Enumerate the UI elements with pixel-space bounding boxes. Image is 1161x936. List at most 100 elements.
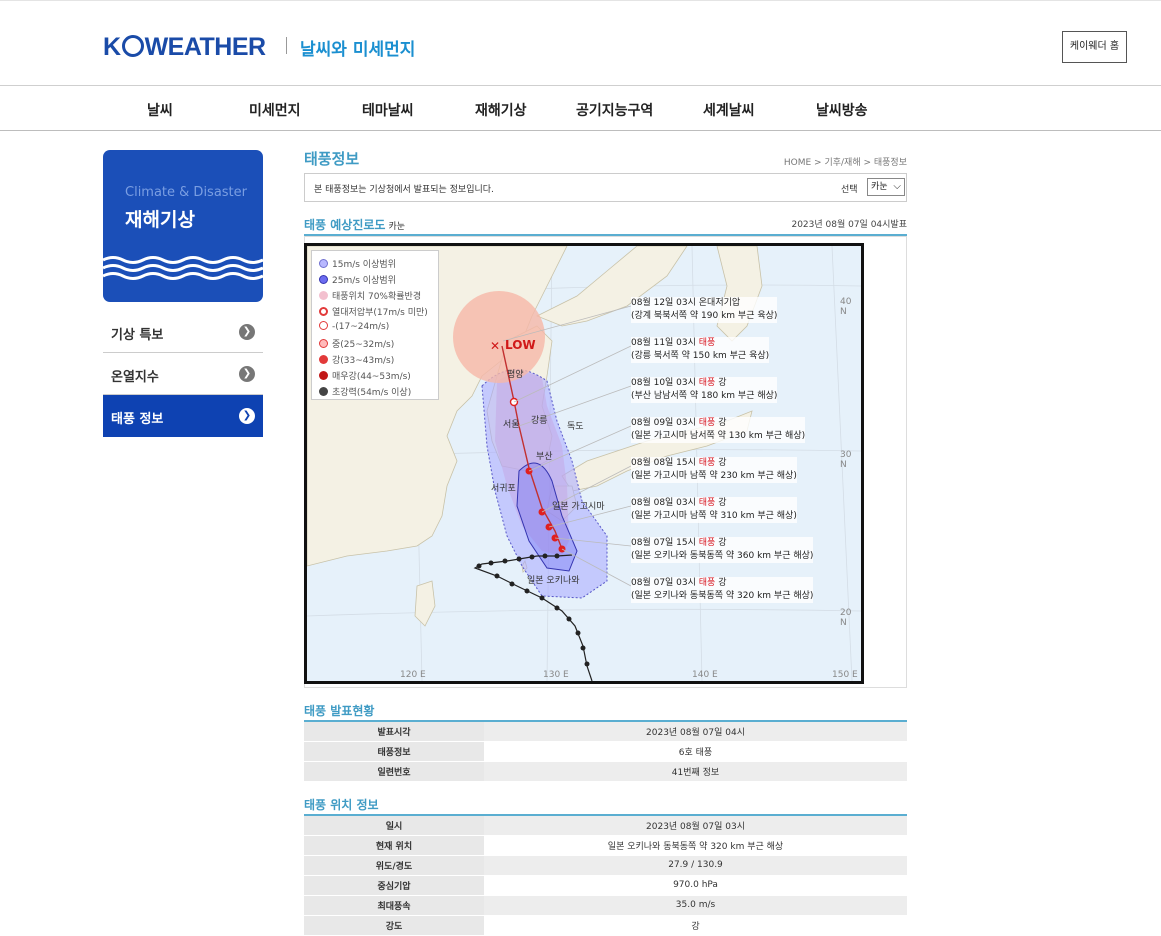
lat-label: 30 N xyxy=(840,450,852,470)
legend-label: 열대저압부(17m/s 미만) xyxy=(332,308,428,318)
table-row: 위도/경도 27.9 / 130.9 xyxy=(304,855,907,876)
table-key: 일련번호 xyxy=(304,761,484,782)
logo-text-left: K xyxy=(103,33,121,61)
place-label: 독도 xyxy=(567,422,584,432)
place-label: 일본 가고시마 xyxy=(552,502,605,512)
legend-item: -(17~24m/s) xyxy=(319,321,389,335)
annotation-time: 08월 10일 03시 xyxy=(631,378,699,388)
table-value: 강 xyxy=(484,915,907,936)
annotation-type: 태풍 xyxy=(698,378,716,388)
typhoon-weak-icon xyxy=(319,321,328,330)
sidebar-item-heat-index[interactable]: 온열지수 ❯ xyxy=(103,353,263,395)
notice-text: 본 태풍정보는 기상청에서 발표되는 정보입니다. xyxy=(314,185,494,195)
legend-item: 25m/s 이상범위 xyxy=(319,273,396,287)
gnb-item-dust[interactable]: 미세먼지 xyxy=(249,100,301,120)
table-value: 6호 태풍 xyxy=(484,741,907,762)
gnb-item-broadcast[interactable]: 날씨방송 xyxy=(816,100,868,120)
forecast-annotation: 08월 11일 03시 태풍 (강릉 북서쪽 약 150 km 부근 육상) xyxy=(631,337,770,363)
table-value: 27.9 / 130.9 xyxy=(484,855,907,876)
kweather-logo[interactable]: K WEATHER xyxy=(103,33,266,62)
position-table: 일시 2023년 08월 07일 03시 현재 위치 일본 오키나와 동북동쪽 약 … xyxy=(304,814,907,936)
gnb-item-disaster[interactable]: 재해기상 xyxy=(475,100,527,120)
map-legend: 15m/s 이상범위 25m/s 이상범위 태풍위치 70%확률반경 열대저압부… xyxy=(311,250,439,400)
legend-label: 중(25~32m/s) xyxy=(332,340,395,350)
table-value: 2023년 08월 07일 04시 xyxy=(484,721,907,742)
place-label: 일본 오키나와 xyxy=(527,576,580,586)
annotation-strength: 강 xyxy=(715,418,727,428)
logo-subtitle: 날씨와 미세먼지 xyxy=(300,40,416,60)
lon-label: 130 E xyxy=(543,670,569,680)
legend-swatch-icon xyxy=(319,275,328,284)
forecast-annotation: 08월 12일 03시 온대저기압 (강계 북북서쪽 약 190 km 부근 육상… xyxy=(631,297,778,323)
place-label: 평양 xyxy=(507,370,524,380)
annotation-time: 08월 12일 03시 온대저기압 xyxy=(631,298,741,308)
annotation-time: 08월 09일 03시 xyxy=(631,418,699,428)
logo-globe-icon xyxy=(121,35,144,57)
legend-label: -(17~24m/s) xyxy=(332,322,390,332)
typhoon-strong-icon xyxy=(319,355,328,364)
legend-label: 초강력(54m/s 이상) xyxy=(332,388,412,398)
annotation-type: 태풍 xyxy=(698,538,716,548)
arrow-right-icon: ❯ xyxy=(239,366,255,382)
announce-table: 발표시각 2023년 08월 07일 04시 태풍정보 6호 태풍 일련번호 41번째… xyxy=(304,720,907,782)
place-label: 부산 xyxy=(536,452,553,462)
position-section-title: 태풍 위치 정보 xyxy=(304,798,379,812)
forecast-annotation: 08월 09일 03시 태풍 강 (일본 가고시마 남서쪽 약 130 km 부근… xyxy=(631,417,806,443)
sidebar-item-label: 온열지수 xyxy=(111,370,159,385)
table-row: 태풍정보 6호 태풍 xyxy=(304,741,907,762)
legend-item: 초강력(54m/s 이상) xyxy=(319,385,411,399)
annotation-location: (일본 가고시마 남쪽 약 230 km 부근 해상) xyxy=(631,471,797,481)
gnb-item-air-zone[interactable]: 공기지능구역 xyxy=(576,100,653,120)
site-header: K WEATHER 날씨와 미세먼지 케이웨더 홈 xyxy=(0,0,1161,86)
table-row: 일시 2023년 08월 07일 03시 xyxy=(304,815,907,836)
table-row: 일련번호 41번째 정보 xyxy=(304,761,907,782)
table-value: 970.0 hPa xyxy=(484,875,907,896)
annotation-type: 태풍 xyxy=(698,338,716,348)
sidebar-item-typhoon[interactable]: 태풍 정보 ❯ xyxy=(103,395,263,437)
gnb-item-theme-weather[interactable]: 테마날씨 xyxy=(362,100,414,120)
annotation-strength: 강 xyxy=(715,538,727,548)
forecast-annotation: 08월 07일 15시 태풍 강 (일본 오키나와 동북동쪽 약 360 km 부… xyxy=(631,537,814,563)
annotation-location: (일본 오키나와 동북동쪽 약 320 km 부근 해상) xyxy=(631,591,814,601)
typhoon-select[interactable]: 카눈 ⌵ xyxy=(867,178,905,196)
lon-label: 150 E xyxy=(832,670,858,680)
sidebar-banner: Climate & Disaster 재해기상 xyxy=(103,150,263,302)
lat-label: 40 N xyxy=(840,297,852,317)
low-label: LOW xyxy=(505,338,536,352)
sidebar-item-warning[interactable]: 기상 특보 ❯ xyxy=(103,311,263,353)
legend-item: 매우강(44~53m/s) xyxy=(319,369,411,383)
forecast-annotation: 08월 07일 03시 태풍 강 (일본 오키나와 동북동쪽 약 320 km 부… xyxy=(631,577,814,603)
annotation-time: 08월 07일 15시 xyxy=(631,538,699,548)
table-row: 발표시각 2023년 08월 07일 04시 xyxy=(304,721,907,742)
table-row: 현재 위치 일본 오키나와 동북동쪽 약 320 km 부근 해상 xyxy=(304,835,907,856)
legend-item: 15m/s 이상범위 xyxy=(319,257,396,271)
wave-icon xyxy=(103,256,263,280)
global-nav: 날씨 미세먼지 테마날씨 재해기상 공기지능구역 세계날씨 날씨방송 xyxy=(0,86,1161,131)
table-row: 중심기압 970.0 hPa xyxy=(304,875,907,896)
typhoon-select-value: 카눈 xyxy=(871,182,888,192)
table-key: 위도/경도 xyxy=(304,855,484,876)
annotation-type: 태풍 xyxy=(698,418,716,428)
svg-text:✕: ✕ xyxy=(490,339,500,353)
announce-section-title: 태풍 발표현황 xyxy=(304,704,375,718)
legend-item: 열대저압부(17m/s 미만) xyxy=(319,305,428,319)
table-row: 강도 강 xyxy=(304,915,907,936)
legend-label: 25m/s 이상범위 xyxy=(332,276,396,286)
lat-label: 20 N xyxy=(840,608,852,628)
gnb-item-weather[interactable]: 날씨 xyxy=(147,100,173,120)
page-title: 태풍정보 xyxy=(304,150,360,168)
annotation-time: 08월 11일 03시 xyxy=(631,338,699,348)
annotation-type: 태풍 xyxy=(698,458,716,468)
sidebar-item-label: 태풍 정보 xyxy=(111,412,164,427)
legend-label: 15m/s 이상범위 xyxy=(332,260,396,270)
legend-label: 매우강(44~53m/s) xyxy=(332,372,411,382)
legend-swatch-icon xyxy=(319,291,328,300)
kweather-home-button[interactable]: 케이웨더 홈 xyxy=(1062,31,1127,63)
typhoon-medium-icon xyxy=(319,339,328,348)
typhoon-track-map: ✕ LOW 15m/s 이상범위 25m/s 이상범위 태풍위치 70%확률반경… xyxy=(304,243,864,684)
gnb-item-world-weather[interactable]: 세계날씨 xyxy=(703,100,755,120)
annotation-strength: 강 xyxy=(715,578,727,588)
forecast-annotation: 08월 10일 03시 태풍 강 (부산 남남서쪽 약 180 km 부근 해상) xyxy=(631,377,778,403)
table-value: 일본 오키나와 동북동쪽 약 320 km 부근 해상 xyxy=(484,835,907,856)
legend-item: 태풍위치 70%확률반경 xyxy=(319,289,421,303)
